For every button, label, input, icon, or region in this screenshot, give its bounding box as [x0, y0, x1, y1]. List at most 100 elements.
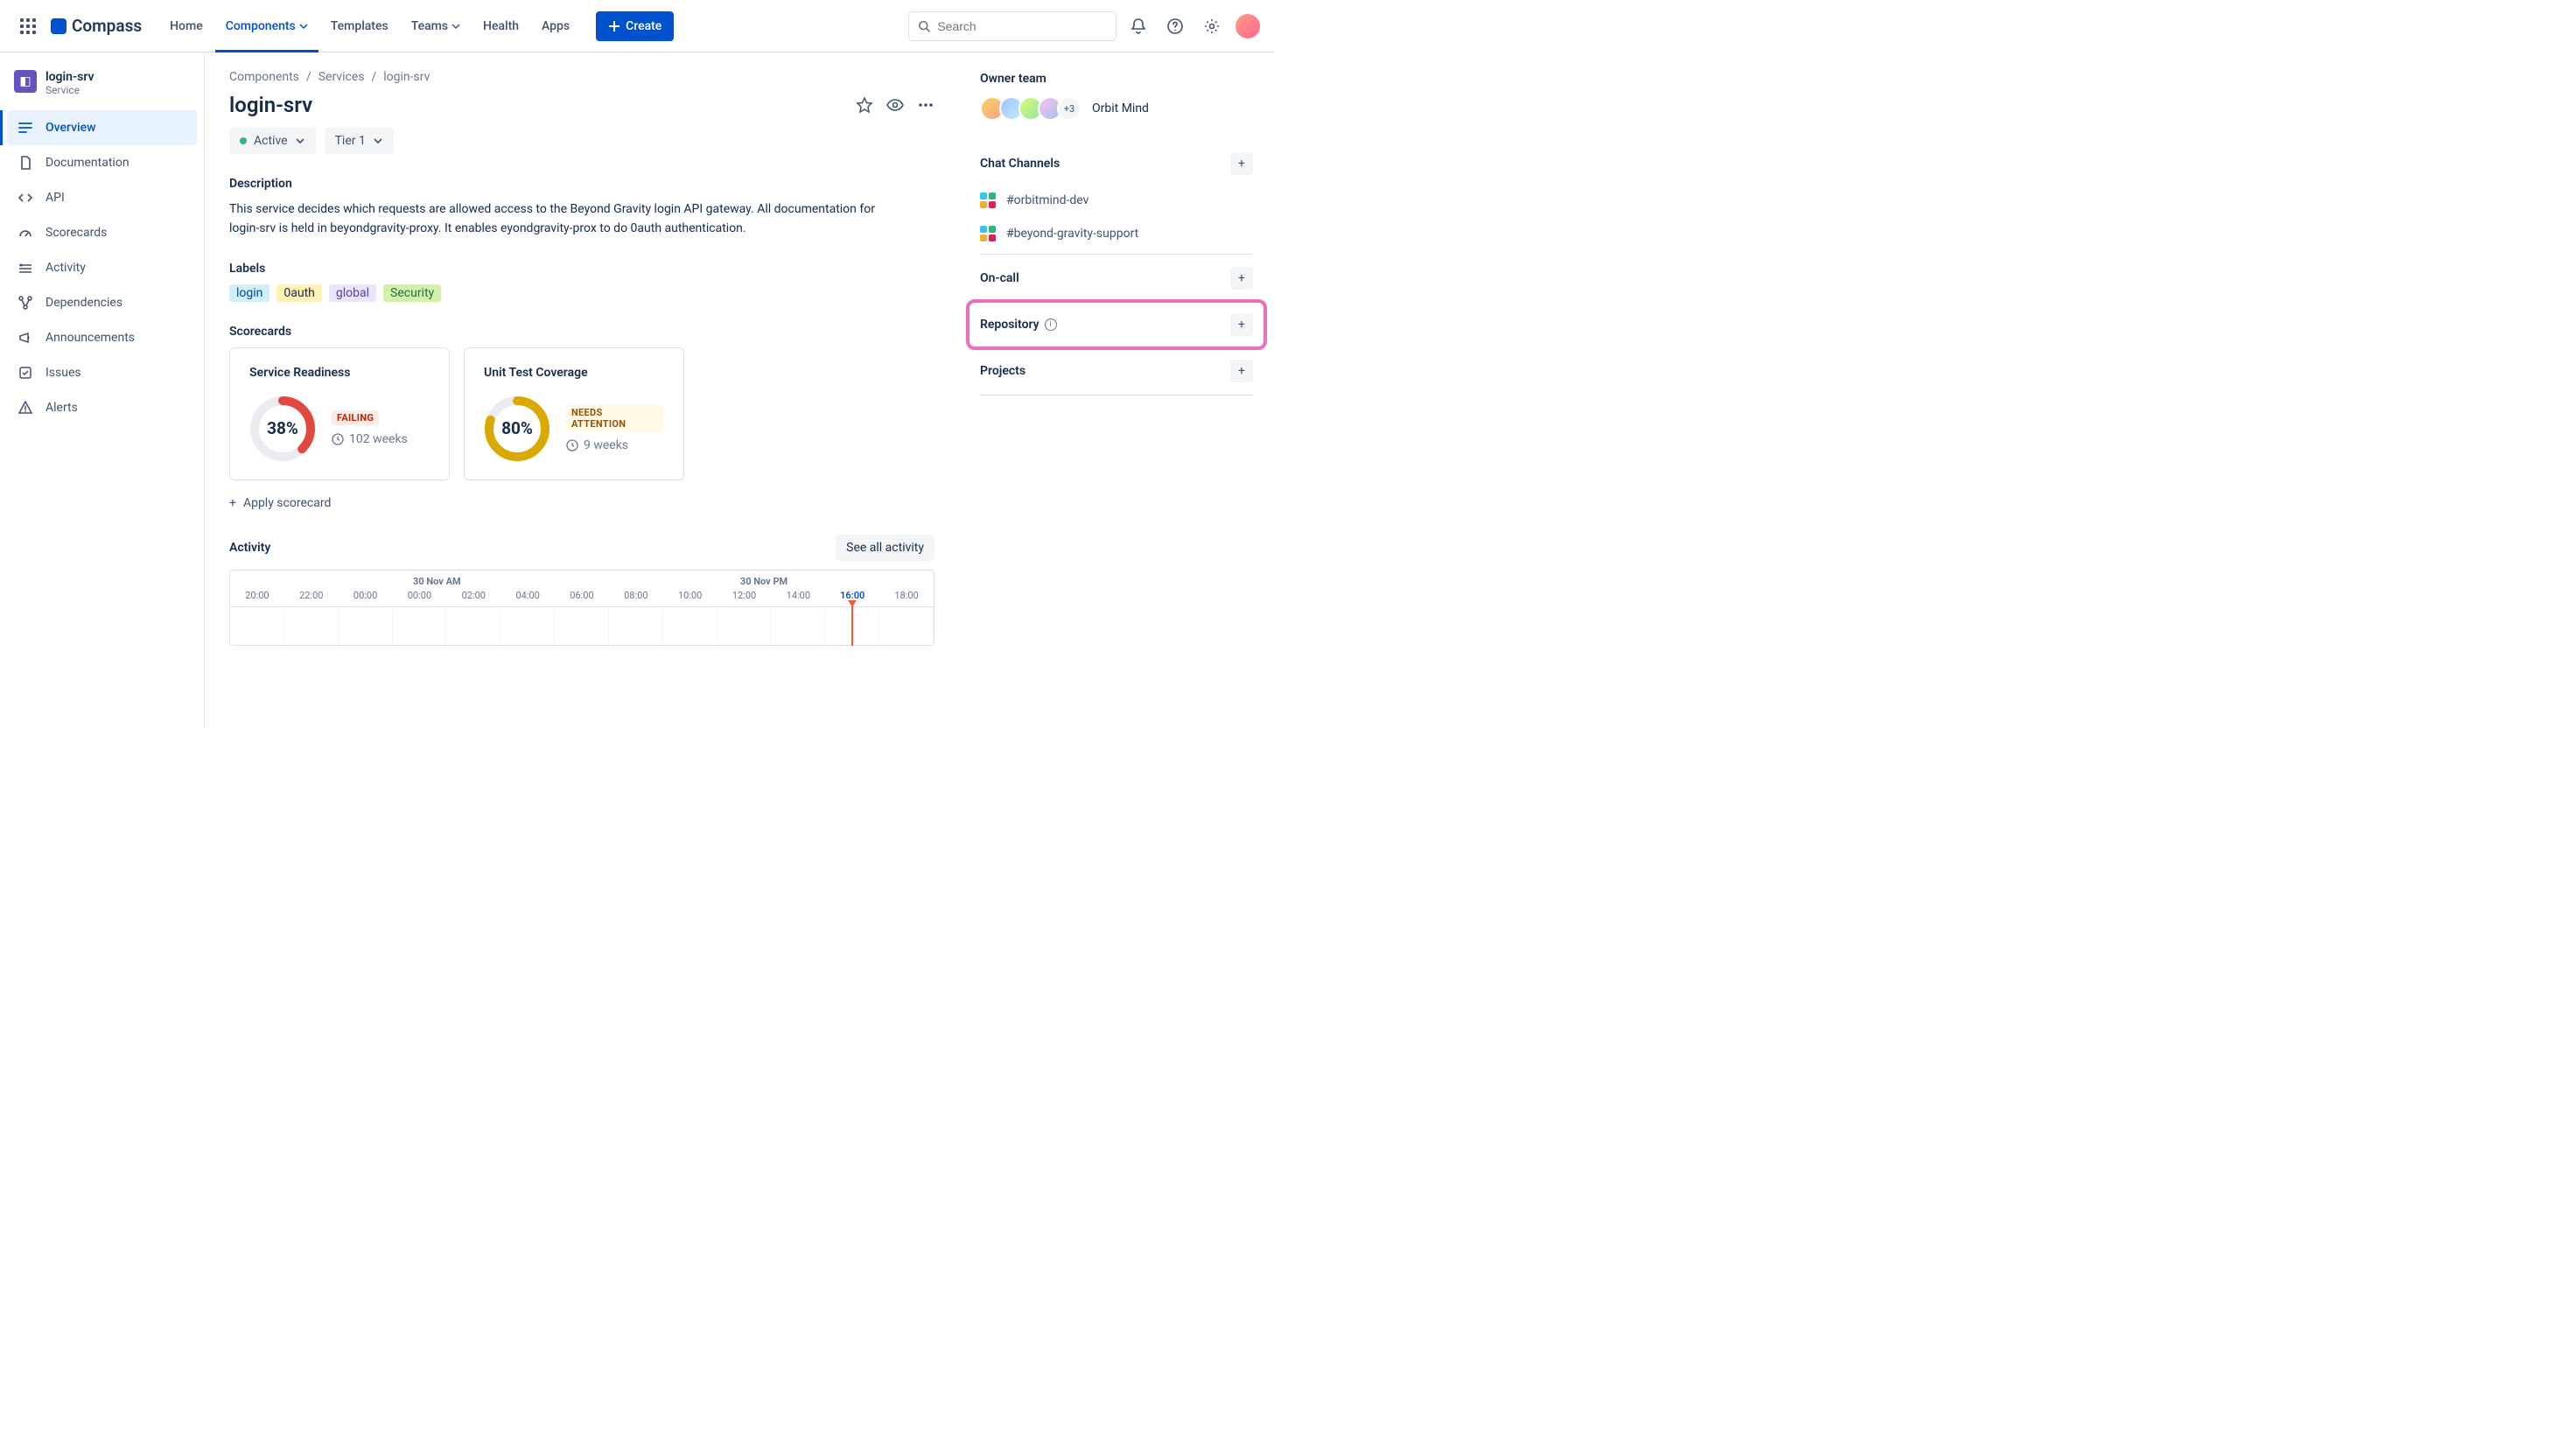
sidebar-item-issues[interactable]: Issues [7, 355, 197, 390]
megaphone-icon [18, 330, 33, 346]
scorecard-status-badge: FAILING [332, 410, 379, 425]
timeline-tick: 00:00 [339, 579, 393, 601]
timeline-current-marker [851, 602, 853, 646]
slack-icon [980, 192, 996, 208]
label-login[interactable]: login [229, 284, 270, 302]
nav-apps[interactable]: Apps [531, 0, 580, 52]
search-input[interactable] [908, 11, 1116, 41]
chat-channel-item[interactable]: #orbitmind-dev [980, 187, 1253, 220]
apply-scorecard-button[interactable]: +Apply scorecard [229, 496, 934, 510]
clock-icon [332, 433, 344, 445]
search-icon [918, 19, 930, 33]
breadcrumb-current: login-srv [383, 70, 430, 84]
document-icon [18, 155, 33, 171]
more-icon[interactable] [917, 96, 934, 114]
oncall-heading: On-call [980, 271, 1019, 285]
status-dropdown[interactable]: Active [229, 128, 316, 154]
nav-health[interactable]: Health [472, 0, 529, 52]
sidebar-item-overview[interactable]: Overview [7, 110, 197, 145]
scorecard-service-readiness[interactable]: Service Readiness 38% FAILING 102 weeks [229, 347, 450, 480]
label-oauth[interactable]: 0auth [276, 284, 322, 302]
description-text: This service decides which requests are … [229, 200, 903, 239]
breadcrumb-components[interactable]: Components [229, 70, 299, 84]
plus-icon [608, 20, 620, 32]
chevron-down-icon [452, 22, 460, 31]
description-heading: Description [229, 177, 934, 191]
scorecard-title: Service Readiness [249, 366, 430, 380]
sidebar-item-scorecards[interactable]: Scorecards [7, 215, 197, 250]
scorecards-heading: Scorecards [229, 325, 934, 339]
breadcrumb-services[interactable]: Services [318, 70, 365, 84]
page-title: login-srv [229, 93, 312, 117]
scorecard-age: 9 weeks [584, 438, 628, 452]
sidebar-item-alerts[interactable]: Alerts [7, 390, 197, 425]
top-nav: Compass Home Components Templates Teams … [0, 0, 1274, 52]
slack-icon [980, 226, 996, 242]
see-all-activity-button[interactable]: See all activity [836, 535, 934, 561]
repository-section: Repository i + [980, 303, 1253, 346]
dependencies-icon [18, 295, 33, 311]
notifications-icon[interactable] [1124, 11, 1153, 41]
label-global[interactable]: global [329, 284, 376, 302]
add-oncall-button[interactable]: + [1230, 267, 1253, 290]
scorecard-status-badge: NEEDS ATTENTION [566, 405, 664, 431]
scorecard-donut: 38% [249, 396, 316, 462]
repository-heading: Repository [980, 318, 1040, 332]
labels-heading: Labels [229, 262, 934, 276]
sidebar-item-documentation[interactable]: Documentation [7, 145, 197, 180]
team-avatars[interactable]: +3 [980, 96, 1082, 121]
issues-icon [18, 365, 33, 381]
add-project-button[interactable]: + [1230, 360, 1253, 382]
tier-dropdown[interactable]: Tier 1 [325, 128, 394, 154]
product-logo[interactable]: Compass [51, 16, 142, 36]
nav-home[interactable]: Home [159, 0, 214, 52]
watch-icon[interactable] [886, 96, 905, 114]
chat-channel-item[interactable]: #beyond-gravity-support [980, 220, 1253, 254]
scorecard-unit-test-coverage[interactable]: Unit Test Coverage 80% NEEDS ATTENTION 9… [464, 347, 684, 480]
team-name[interactable]: Orbit Mind [1092, 102, 1149, 116]
right-panel: Owner team +3 Orbit Mind Chat Channels +… [959, 52, 1274, 728]
timeline-tick: 06:00 [555, 579, 609, 601]
app-switcher-icon[interactable] [14, 12, 42, 40]
scorecard-value: 80% [484, 396, 550, 462]
add-chat-channel-button[interactable]: + [1230, 152, 1253, 175]
timeline-tick: 10:00 [663, 579, 718, 601]
overview-icon [18, 120, 33, 136]
product-name: Compass [72, 16, 142, 36]
code-icon [18, 190, 33, 206]
gauge-icon [18, 225, 33, 241]
star-icon[interactable] [856, 96, 873, 114]
sidebar-item-api[interactable]: API [7, 180, 197, 215]
activity-heading: Activity [229, 541, 270, 555]
chat-channels-heading: Chat Channels [980, 157, 1060, 171]
timeline-tick: 22:00 [284, 579, 339, 601]
main-content: Components/ Services/ login-srv login-sr… [205, 52, 959, 728]
clock-icon [566, 439, 578, 452]
sidebar-header: ◧ login-srv Service [7, 66, 197, 110]
owner-team-heading: Owner team [980, 72, 1253, 86]
chevron-down-icon [295, 136, 305, 146]
timeline-tick: 16:00 [825, 579, 879, 601]
nav-templates[interactable]: Templates [320, 0, 399, 52]
create-button[interactable]: Create [596, 11, 674, 41]
settings-icon[interactable] [1197, 11, 1227, 41]
alert-icon [18, 400, 33, 416]
info-icon[interactable]: i [1045, 318, 1057, 331]
scorecard-donut: 80% [484, 396, 550, 462]
timeline-tick: 04:00 [500, 579, 555, 601]
sidebar-subtitle: Service [46, 84, 94, 96]
sidebar-title: login-srv [46, 70, 94, 84]
sidebar-item-dependencies[interactable]: Dependencies [7, 285, 197, 320]
nav-teams[interactable]: Teams [401, 0, 471, 52]
sidebar: ◧ login-srv Service Overview Documentati… [0, 52, 205, 728]
scorecard-age: 102 weeks [349, 432, 408, 446]
nav-components[interactable]: Components [215, 0, 318, 52]
sidebar-item-announcements[interactable]: Announcements [7, 320, 197, 355]
projects-heading: Projects [980, 364, 1026, 378]
activity-timeline[interactable]: 30 Nov AM 30 Nov PM 20:0022:0000:0000:00… [229, 570, 934, 646]
label-security[interactable]: Security [383, 284, 441, 302]
user-avatar[interactable] [1236, 14, 1260, 38]
help-icon[interactable] [1160, 11, 1190, 41]
add-repository-button[interactable]: + [1230, 313, 1253, 336]
sidebar-item-activity[interactable]: Activity [7, 250, 197, 285]
